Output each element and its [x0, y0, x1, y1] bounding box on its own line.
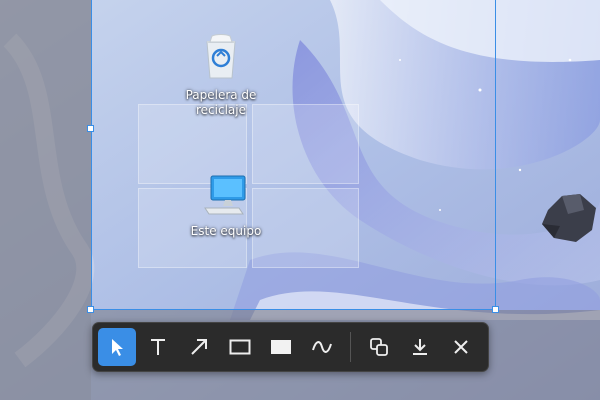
capture-selection-frame[interactable] — [91, 0, 496, 310]
arrow-tool-button[interactable] — [180, 328, 218, 366]
select-arrow-icon — [107, 337, 127, 357]
screenshot-toolbar — [92, 322, 489, 372]
download-icon — [410, 337, 430, 357]
filled-rectangle-tool-button[interactable] — [262, 328, 300, 366]
toolbar-divider — [350, 332, 351, 362]
resize-handle-left[interactable] — [87, 125, 94, 132]
rectangle-filled-icon — [270, 339, 292, 355]
pen-tool-button[interactable] — [303, 328, 341, 366]
close-button[interactable] — [442, 328, 480, 366]
resize-handle-bottom-left[interactable] — [87, 306, 94, 313]
copy-button[interactable] — [360, 328, 398, 366]
arrow-tool-icon — [189, 337, 209, 357]
rectangle-tool-button[interactable] — [221, 328, 259, 366]
download-button[interactable] — [401, 328, 439, 366]
close-icon — [452, 338, 470, 356]
text-tool-icon — [148, 337, 168, 357]
dimmed-area-left — [0, 0, 91, 400]
select-tool-button[interactable] — [98, 328, 136, 366]
freehand-pen-icon — [311, 339, 333, 355]
rectangle-outline-icon — [229, 339, 251, 355]
rock-decoration — [540, 190, 600, 249]
resize-handle-bottom-right[interactable] — [492, 306, 499, 313]
copy-icon — [369, 337, 389, 357]
text-tool-button[interactable] — [139, 328, 177, 366]
